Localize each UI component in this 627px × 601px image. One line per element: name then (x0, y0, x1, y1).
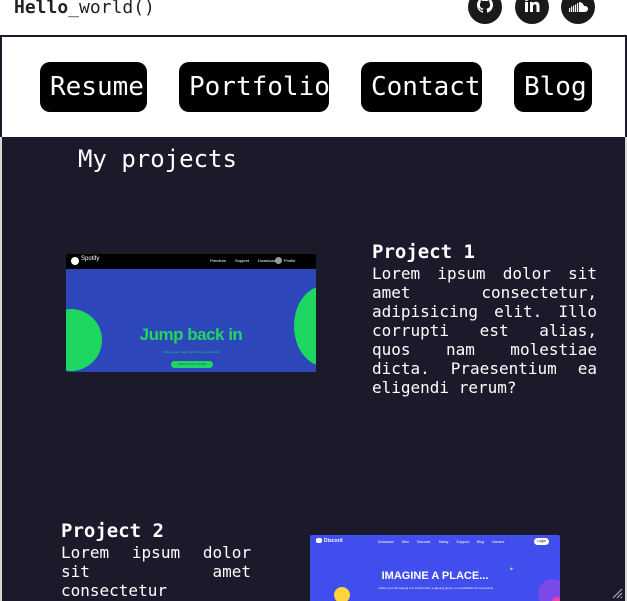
site-header: Hello_world() (0, 0, 627, 37)
resize-handle-icon[interactable] (611, 587, 623, 599)
preview-login-button: Login (534, 538, 549, 545)
avatar-icon (275, 257, 282, 264)
project-1-thumbnail[interactable]: Spotify Premium Support Download Profile… (66, 254, 316, 372)
soundcloud-icon (568, 0, 588, 17)
preview-subtext: ...where you can belong to a school club… (376, 586, 494, 590)
sparkle-icon: ✦ (509, 564, 514, 573)
decorative-character (334, 587, 350, 601)
linkedin-icon (524, 0, 540, 17)
soundcloud-link[interactable] (561, 0, 595, 24)
preview-headline: IMAGINE A PLACE... (381, 570, 489, 582)
nav-contact-button[interactable]: Contact (361, 62, 482, 112)
preview-brand: Spotify (81, 256, 100, 262)
logo-bold: Hello (14, 0, 69, 18)
github-icon (477, 0, 494, 17)
preview-nav-item: Discover (416, 540, 431, 544)
nav-blog-button[interactable]: Blog (514, 62, 592, 112)
project-2-thumbnail[interactable]: Discord Download Nitro Discover Safety S… (310, 535, 560, 601)
site-logo[interactable]: Hello_world() (14, 0, 155, 18)
preview-nav: Download Nitro Discover Safety Support B… (378, 540, 504, 544)
preview-nav-item: Premium (210, 258, 227, 263)
preview-cta-button: OPEN WEB PLAYER (171, 361, 213, 368)
project-2-description: Lorem ipsum dolor sit amet consectetur (61, 543, 251, 600)
preview-nav-item: Support (456, 540, 469, 544)
section-title: My projects (78, 145, 237, 173)
discord-logo-icon (316, 538, 322, 543)
preview-nav-item: Download (378, 540, 394, 544)
linkedin-link[interactable] (515, 0, 549, 24)
preview-nav-item: Nitro (401, 540, 409, 544)
project-1-title: Project 1 (372, 241, 475, 263)
preview-nav-item: Careers (491, 540, 505, 544)
projects-section: My projects Spotify Premium Support Down… (0, 137, 627, 601)
nav-portfolio-button[interactable]: Portfolio (179, 62, 330, 112)
preview-brand: Discord (324, 538, 343, 544)
spotify-logo-icon (71, 257, 79, 265)
preview-subtext: Pick up your music right where you left … (162, 350, 220, 354)
preview-nav-item: Download (258, 258, 276, 263)
preview-profile: Profile (284, 258, 296, 263)
github-link[interactable] (468, 0, 502, 24)
project-2-title: Project 2 (61, 520, 164, 542)
project-1-description: Lorem ipsum dolor sit amet consectetur, … (372, 264, 597, 397)
preview-nav-item: Support (235, 258, 250, 263)
nav-resume-button[interactable]: Resume (40, 62, 147, 112)
logo-rest: _world() (68, 0, 155, 18)
decorative-blob (552, 597, 560, 601)
preview-nav-item: Safety (438, 540, 449, 544)
preview-nav-item: Blog (476, 540, 484, 544)
preview-headline: Jump back in (139, 325, 243, 344)
main-nav: Resume Portfolio Contact Blog (0, 37, 627, 137)
preview-nav: Premium Support Download (210, 258, 276, 263)
